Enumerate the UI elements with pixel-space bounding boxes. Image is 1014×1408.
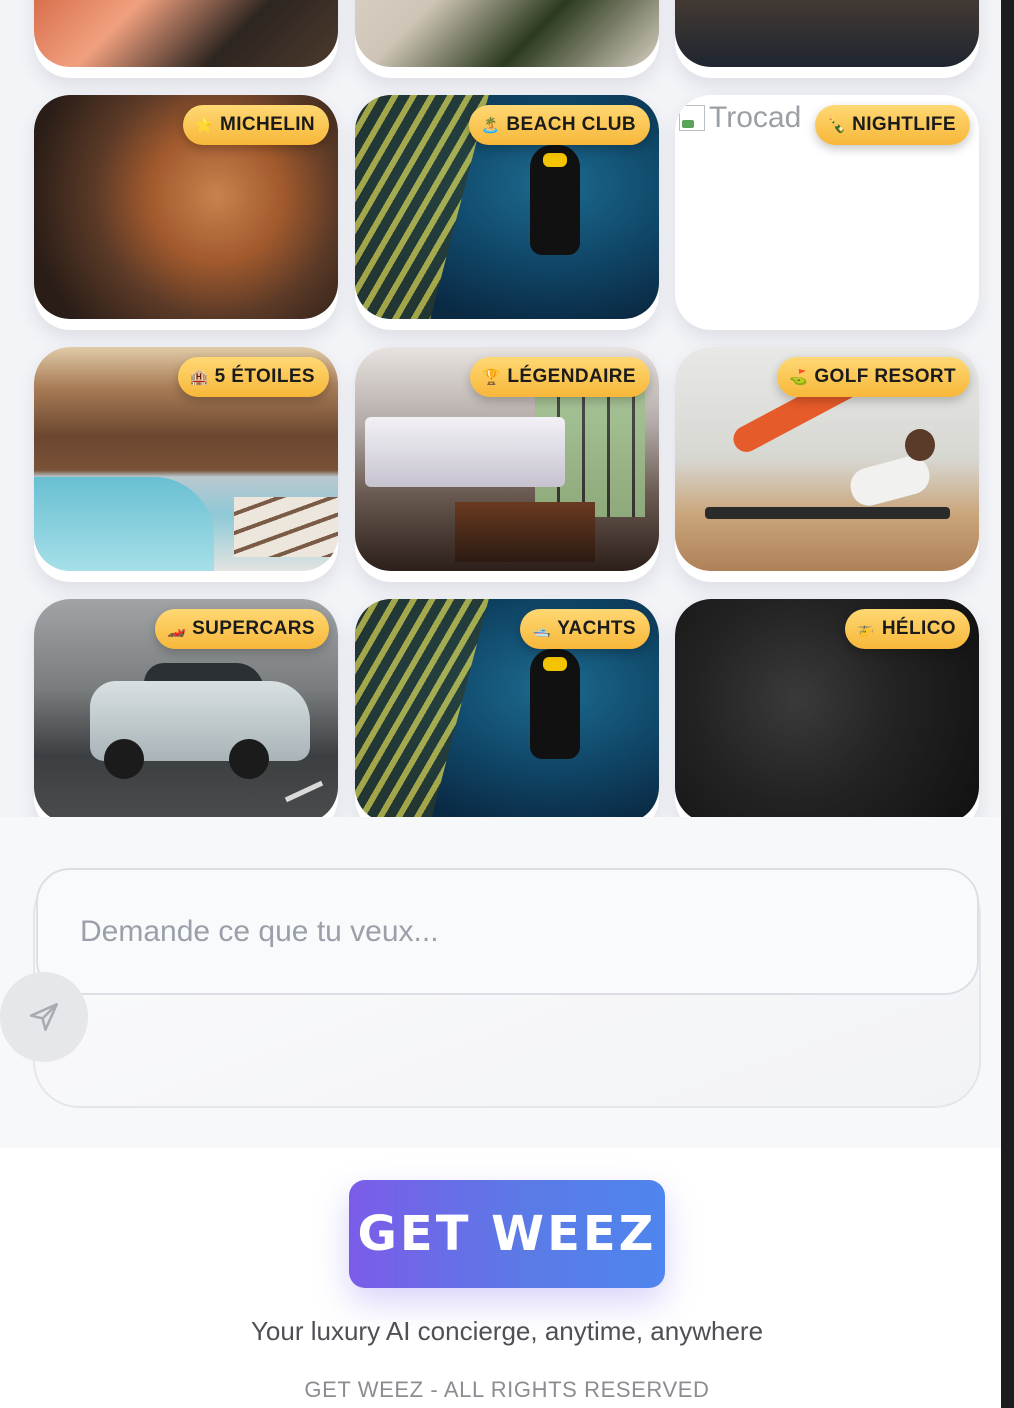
badge-label: GOLF RESORT (814, 366, 956, 387)
category-badge: 🏨 5 ÉTOILES (177, 357, 329, 397)
island-icon: 🏝️ (481, 116, 501, 134)
copyright: GET WEEZ - ALL RIGHTS RESERVED (304, 1377, 710, 1402)
chat-input[interactable] (36, 868, 979, 995)
image-alt-text: Trocad (709, 101, 802, 134)
card-michelin[interactable]: ⭐ MICHELIN (34, 95, 338, 330)
race-car-icon: 🏎️ (167, 620, 187, 638)
boat-icon: 🛥️ (532, 620, 552, 638)
card-supercars[interactable]: 🏎️ SUPERCARS (34, 599, 338, 817)
badge-label: SUPERCARS (192, 618, 315, 639)
category-badge: ⭐ MICHELIN (182, 105, 329, 145)
badge-label: MICHELIN (219, 114, 315, 135)
send-button[interactable] (0, 972, 88, 1062)
card-5-etoiles[interactable]: 🏨 5 ÉTOILES (34, 347, 338, 582)
badge-label: BEACH CLUB (506, 114, 636, 135)
window-edge (1001, 0, 1014, 1408)
hotel-icon: 🏨 (189, 368, 209, 386)
page: ⭐ MICHELIN 🏝️ BEACH CLUB Trocad 🍾 NIGHTL… (0, 0, 1014, 1408)
category-badge: 🏆 LÉGENDAIRE (470, 357, 650, 397)
card-golf-resort[interactable]: ⛳ GOLF RESORT (675, 347, 979, 582)
experience-card[interactable] (675, 0, 979, 78)
sushi-platter-photo (34, 0, 338, 67)
card-yachts[interactable]: 🛥️ YACHTS (355, 599, 659, 817)
category-badge: 🍾 NIGHTLIFE (815, 105, 970, 145)
category-badge: 🚁 HÉLICO (844, 609, 970, 649)
category-badge: 🛥️ YACHTS (520, 609, 650, 649)
category-badge: ⛳ GOLF RESORT (777, 357, 970, 397)
champagne-icon: 🍾 (827, 116, 847, 134)
kitchen-chopping-photo (355, 0, 659, 67)
star-icon: ⭐ (194, 116, 214, 134)
trophy-icon: 🏆 (482, 368, 502, 386)
experience-card[interactable] (355, 0, 659, 78)
helicopter-icon: 🚁 (856, 620, 876, 638)
experience-grid: ⭐ MICHELIN 🏝️ BEACH CLUB Trocad 🍾 NIGHTL… (0, 0, 1001, 817)
send-icon (29, 1002, 59, 1032)
golf-flag-icon: ⛳ (789, 368, 809, 386)
restaurant-interior-photo (675, 0, 979, 67)
get-weez-button[interactable]: GET WEEZ (349, 1180, 665, 1288)
broken-image-icon (679, 105, 705, 131)
card-helico[interactable]: 🚁 HÉLICO (675, 599, 979, 817)
badge-label: YACHTS (557, 618, 636, 639)
badge-label: LÉGENDAIRE (507, 366, 636, 387)
card-beach-club[interactable]: 🏝️ BEACH CLUB (355, 95, 659, 330)
experience-card[interactable] (34, 0, 338, 78)
category-badge: 🏝️ BEACH CLUB (469, 105, 650, 145)
category-badge: 🏎️ SUPERCARS (155, 609, 329, 649)
card-nightlife[interactable]: Trocad 🍾 NIGHTLIFE (675, 95, 979, 330)
badge-label: NIGHTLIFE (852, 114, 956, 135)
card-legendaire[interactable]: 🏆 LÉGENDAIRE (355, 347, 659, 582)
tagline: Your luxury AI concierge, anytime, anywh… (250, 1316, 764, 1346)
badge-label: 5 ÉTOILES (214, 366, 315, 387)
badge-label: HÉLICO (881, 618, 956, 639)
